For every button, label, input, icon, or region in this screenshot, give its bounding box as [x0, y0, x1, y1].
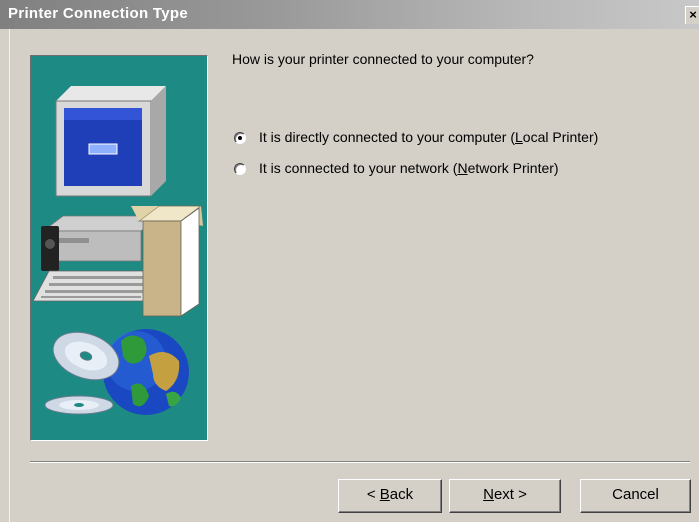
question-text: How is your printer connected to your co…: [232, 51, 534, 67]
window-edge: [9, 29, 10, 522]
wizard-illustration: [32, 86, 203, 415]
radio-button-selected[interactable]: [234, 132, 246, 144]
divider-highlight: [30, 462, 690, 463]
next-button[interactable]: Next >: [449, 479, 561, 513]
radio-button-unselected[interactable]: [234, 163, 246, 175]
close-button[interactable]: ×: [685, 6, 699, 24]
wizard-illustration-panel: [30, 55, 208, 441]
radio-local-printer-label[interactable]: It is directly connected to your compute…: [259, 129, 598, 145]
close-icon: ×: [689, 7, 697, 22]
cancel-button[interactable]: Cancel: [580, 479, 691, 513]
radio-network-printer-label[interactable]: It is connected to your network (Network…: [259, 160, 559, 176]
wizard-body: How is your printer connected to your co…: [0, 29, 699, 522]
cd-disc-illustration: [44, 331, 120, 415]
window-title: Printer Connection Type: [8, 5, 188, 22]
radio-dot-icon: [238, 136, 242, 140]
back-button[interactable]: < Back: [338, 479, 442, 513]
title-bar: Printer Connection Type ×: [0, 0, 699, 29]
